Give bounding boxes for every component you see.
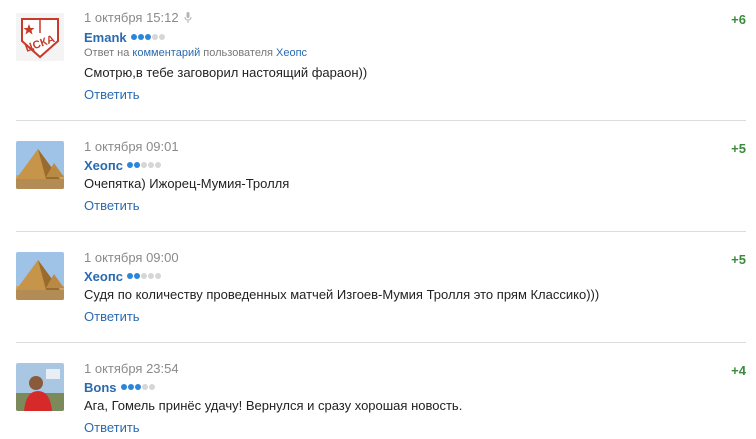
rank-dot (147, 162, 154, 168)
reply-button[interactable]: Ответить (84, 309, 140, 324)
comment-text: Судя по количеству проведенных матчей Из… (84, 287, 600, 302)
comment-rating[interactable]: +4 (731, 363, 746, 378)
rank-dot (158, 34, 165, 40)
rank-dot (126, 162, 133, 168)
divider (16, 231, 746, 232)
reply-context: Ответ на комментарий пользователя Хеопс (84, 47, 308, 59)
rank-dot (148, 384, 155, 390)
user-photo-icon (16, 363, 64, 411)
user-rank-dots (126, 162, 161, 168)
comment-text: Ага, Гомель принёс удачу! Вернулся и сра… (84, 398, 463, 413)
rank-dot (134, 384, 141, 390)
rank-dot (140, 162, 147, 168)
reply-button[interactable]: Ответить (84, 87, 140, 102)
rank-dot (133, 162, 140, 168)
reply-button[interactable]: Ответить (84, 198, 140, 213)
rank-dot (141, 384, 148, 390)
rank-dot (147, 273, 154, 279)
author-name[interactable]: Bons (84, 380, 117, 395)
rank-dot (140, 273, 147, 279)
reply-button[interactable]: Ответить (84, 420, 140, 435)
cska-logo-icon: ЦСКА (16, 13, 64, 61)
microphone-icon (184, 11, 192, 26)
comment-date: 1 октября 23:54 (84, 361, 179, 376)
user-rank-dots (120, 384, 155, 390)
reply-user-link[interactable]: Хеопс (276, 47, 307, 59)
author-name[interactable]: Emank (84, 30, 127, 45)
avatar[interactable]: ЦСКА (16, 13, 64, 61)
comment-date: 1 октября 15:12 (84, 10, 192, 26)
divider (16, 120, 746, 121)
comment-rating[interactable]: +6 (731, 12, 746, 27)
avatar[interactable] (16, 141, 64, 189)
reply-comment-link[interactable]: комментарий (132, 47, 200, 59)
comment-date: 1 октября 09:00 (84, 250, 179, 265)
rank-dot (130, 34, 137, 40)
rank-dot (137, 34, 144, 40)
avatar[interactable] (16, 252, 64, 300)
rank-dot (127, 384, 134, 390)
author-name[interactable]: Хеопс (84, 269, 123, 284)
rank-dot (120, 384, 127, 390)
pyramid-photo-icon (16, 141, 64, 189)
pyramid-photo-icon (16, 252, 64, 300)
comment-date: 1 октября 09:01 (84, 139, 179, 154)
rank-dot (154, 162, 161, 168)
rank-dot (133, 273, 140, 279)
rank-dot (144, 34, 151, 40)
comment-rating[interactable]: +5 (731, 141, 746, 156)
divider (16, 342, 746, 343)
rank-dot (151, 34, 158, 40)
rank-dot (154, 273, 161, 279)
rank-dot (126, 273, 133, 279)
comment-text: Смотрю,в тебе заговорил настоящий фараон… (84, 65, 368, 80)
user-rank-dots (130, 34, 165, 40)
comment-text: Очепятка) Ижорец-Мумия-Тролля (84, 176, 290, 191)
comment-rating[interactable]: +5 (731, 252, 746, 267)
user-rank-dots (126, 273, 161, 279)
author-name[interactable]: Хеопс (84, 158, 123, 173)
avatar[interactable] (16, 363, 64, 411)
